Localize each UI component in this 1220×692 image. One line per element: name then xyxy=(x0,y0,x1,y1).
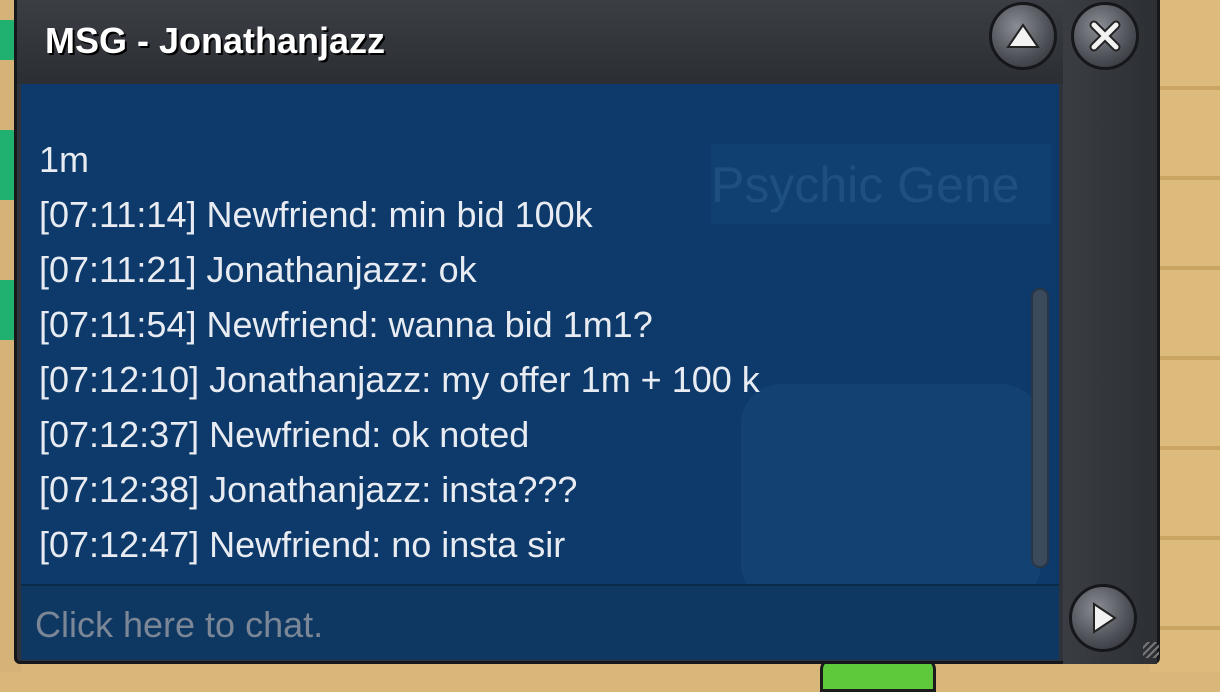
minimize-button[interactable] xyxy=(989,2,1057,70)
message-line: [07:12:38] Jonathanjazz: insta??? xyxy=(39,469,578,510)
game-background-floor xyxy=(1150,0,1220,672)
message-list: 1m [07:11:14] Newfriend: min bid 100k [0… xyxy=(39,132,1029,572)
close-button[interactable] xyxy=(1071,2,1139,70)
message-line: [07:12:47] Newfriend: no insta sir xyxy=(39,524,566,565)
chat-input-bar xyxy=(21,584,1059,660)
message-line: [07:12:37] Newfriend: ok noted xyxy=(39,414,530,455)
resize-grip[interactable] xyxy=(1143,642,1159,658)
message-line: [07:11:54] Newfriend: wanna bid 1m1? xyxy=(39,304,653,345)
title-bar[interactable]: MSG - Jonathanjazz xyxy=(17,0,1063,84)
message-line: [07:11:14] Newfriend: min bid 100k xyxy=(39,194,593,235)
play-arrow-icon xyxy=(1093,602,1117,634)
chat-input[interactable] xyxy=(33,600,1037,650)
private-message-window: MSG - Jonathanjazz Psychic Gene 1m [07:1… xyxy=(14,0,1160,664)
chevron-up-icon xyxy=(1006,23,1040,48)
window-side-rail xyxy=(1063,0,1157,664)
message-line: 1m xyxy=(39,139,90,180)
send-button[interactable] xyxy=(1069,584,1137,652)
scrollbar-thumb[interactable] xyxy=(1031,288,1049,568)
close-icon xyxy=(1089,20,1121,52)
window-title: MSG - Jonathanjazz xyxy=(45,20,386,61)
message-line: [07:11:21] Jonathanjazz: ok xyxy=(39,249,477,290)
message-log: Psychic Gene 1m [07:11:14] Newfriend: mi… xyxy=(21,84,1059,584)
message-line: [07:12:10] Jonathanjazz: my offer 1m + 1… xyxy=(39,359,760,400)
